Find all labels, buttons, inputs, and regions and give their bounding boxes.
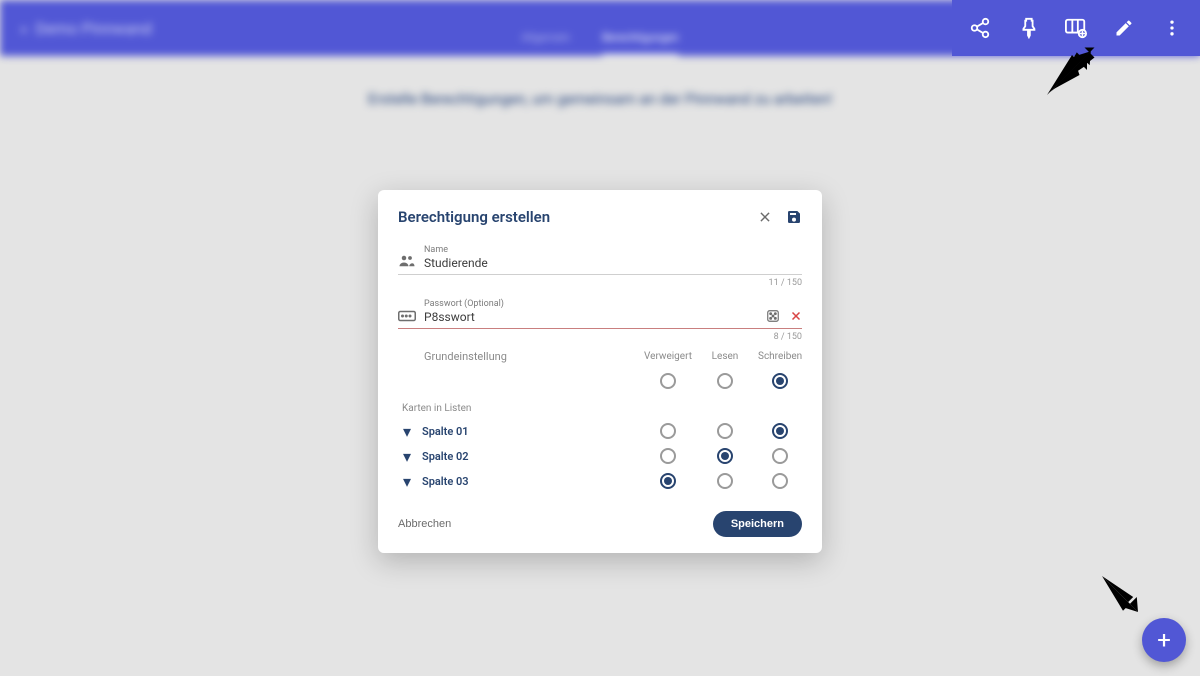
password-icon xyxy=(398,310,416,326)
base-read-radio[interactable] xyxy=(717,373,733,389)
page-subheading: Erstelle Berechtigungen, um gemeinsam an… xyxy=(0,90,1200,108)
cursor-indicator-top xyxy=(1046,40,1102,96)
share-icon[interactable] xyxy=(968,16,992,40)
row-spalte-01: ▾ Spalte 01 xyxy=(398,422,802,441)
row-label-02[interactable]: Spalte 02 xyxy=(422,450,644,463)
topbar-tabs: Allgemein Berechtigungen xyxy=(521,31,678,56)
name-counter: 11 / 150 xyxy=(398,278,802,288)
col-deny: Verweigert xyxy=(644,351,692,362)
randomize-icon[interactable] xyxy=(766,309,780,323)
back-icon[interactable]: « xyxy=(20,19,28,38)
chevron-down-icon[interactable]: ▾ xyxy=(398,422,416,441)
chevron-down-icon[interactable]: ▾ xyxy=(398,472,416,491)
password-field-row: Passwort (Optional) P8sswort xyxy=(398,296,802,329)
name-label: Name xyxy=(424,246,802,255)
cards-in-lists-label: Karten in Listen xyxy=(402,403,802,414)
col-read: Lesen xyxy=(710,351,740,362)
row01-deny-radio[interactable] xyxy=(660,423,676,439)
tab-general[interactable]: Allgemein xyxy=(521,31,570,56)
save-disk-icon[interactable] xyxy=(786,209,802,225)
row-spalte-02: ▾ Spalte 02 xyxy=(398,447,802,466)
permissions-header: Grundeinstellung Verweigert Lesen Schrei… xyxy=(398,350,802,363)
save-button[interactable]: Speichern xyxy=(713,511,802,537)
password-label: Passwort (Optional) xyxy=(424,300,758,309)
fab-add-button[interactable]: + xyxy=(1142,618,1186,662)
close-icon[interactable] xyxy=(758,210,772,224)
row03-read-radio[interactable] xyxy=(717,473,733,489)
create-permission-dialog: Berechtigung erstellen Name Studierend xyxy=(378,190,822,553)
base-deny-radio[interactable] xyxy=(660,373,676,389)
page-title: Demo Pinnwand xyxy=(36,19,152,38)
base-setting-label: Grundeinstellung xyxy=(424,350,644,363)
cancel-button[interactable]: Abbrechen xyxy=(398,518,451,530)
password-input[interactable]: P8sswort xyxy=(424,309,758,326)
name-field-row: Name Studierende xyxy=(398,242,802,275)
clear-password-icon[interactable] xyxy=(790,310,802,322)
col-write: Schreiben xyxy=(758,351,802,362)
name-input[interactable]: Studierende xyxy=(424,255,802,272)
row-label-01[interactable]: Spalte 01 xyxy=(422,425,644,438)
chevron-down-icon[interactable]: ▾ xyxy=(398,447,416,466)
row02-deny-radio[interactable] xyxy=(660,448,676,464)
dialog-title: Berechtigung erstellen xyxy=(398,208,550,226)
cursor-indicator-bottom xyxy=(1090,564,1150,624)
edit-icon[interactable] xyxy=(1112,16,1136,40)
base-setting-row xyxy=(398,373,802,389)
row-spalte-03: ▾ Spalte 03 xyxy=(398,472,802,491)
password-counter: 8 / 150 xyxy=(398,332,802,342)
row03-write-radio[interactable] xyxy=(772,473,788,489)
row02-read-radio[interactable] xyxy=(717,448,733,464)
row03-deny-radio[interactable] xyxy=(660,473,676,489)
pin-icon[interactable] xyxy=(1016,16,1040,40)
row02-write-radio[interactable] xyxy=(772,448,788,464)
row-label-03[interactable]: Spalte 03 xyxy=(422,475,644,488)
row01-write-radio[interactable] xyxy=(772,423,788,439)
plus-icon: + xyxy=(1157,626,1171,654)
people-icon xyxy=(398,254,416,272)
tab-permissions[interactable]: Berechtigungen xyxy=(602,31,679,56)
more-icon[interactable] xyxy=(1160,16,1184,40)
base-write-radio[interactable] xyxy=(772,373,788,389)
board-settings-icon[interactable] xyxy=(1064,16,1088,40)
row01-read-radio[interactable] xyxy=(717,423,733,439)
